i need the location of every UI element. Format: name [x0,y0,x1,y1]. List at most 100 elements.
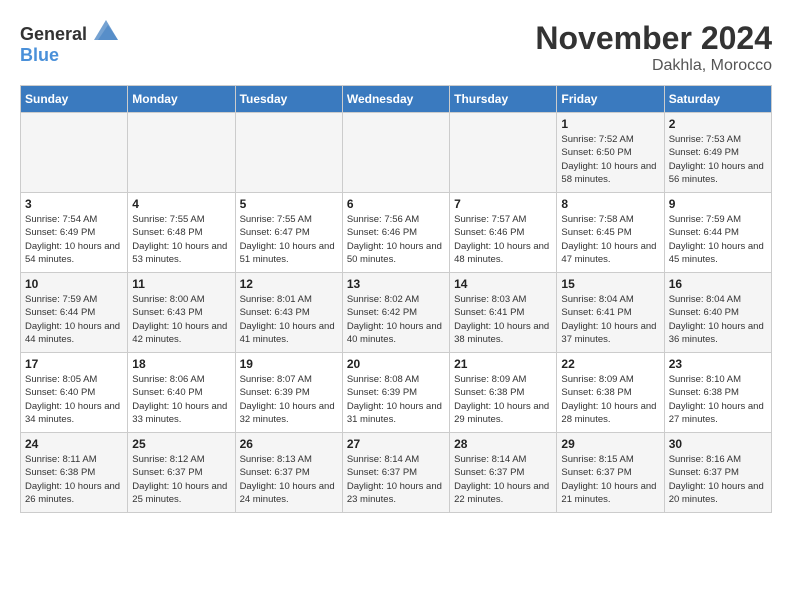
day-number: 13 [347,277,445,291]
calendar-day-cell: 24 Sunrise: 8:11 AM Sunset: 6:38 PM Dayli… [21,433,128,513]
day-number: 20 [347,357,445,371]
calendar-day-cell [235,113,342,193]
day-number: 18 [132,357,230,371]
calendar-day-cell [21,113,128,193]
day-info: Sunrise: 7:55 AM Sunset: 6:47 PM Dayligh… [240,213,338,266]
calendar-day-cell: 29 Sunrise: 8:15 AM Sunset: 6:37 PM Dayli… [557,433,664,513]
day-number: 17 [25,357,123,371]
calendar-day-cell: 19 Sunrise: 8:07 AM Sunset: 6:39 PM Dayli… [235,353,342,433]
month-title: November 2024 [535,20,772,57]
weekday-header: Monday [128,86,235,113]
weekday-header: Sunday [21,86,128,113]
calendar-day-cell: 1 Sunrise: 7:52 AM Sunset: 6:50 PM Daylig… [557,113,664,193]
calendar-week-row: 24 Sunrise: 8:11 AM Sunset: 6:38 PM Dayli… [21,433,772,513]
day-info: Sunrise: 8:16 AM Sunset: 6:37 PM Dayligh… [669,453,767,506]
day-info: Sunrise: 8:11 AM Sunset: 6:38 PM Dayligh… [25,453,123,506]
logo-icon [94,20,118,40]
day-number: 11 [132,277,230,291]
calendar-day-cell: 30 Sunrise: 8:16 AM Sunset: 6:37 PM Dayli… [664,433,771,513]
calendar-day-cell: 23Sunrise: 8:10 AM Sunset: 6:38 PM Dayli… [664,353,771,433]
calendar-day-cell: 25 Sunrise: 8:12 AM Sunset: 6:37 PM Dayli… [128,433,235,513]
calendar-day-cell: 17 Sunrise: 8:05 AM Sunset: 6:40 PM Dayli… [21,353,128,433]
day-number: 4 [132,197,230,211]
day-info: Sunrise: 7:59 AM Sunset: 6:44 PM Dayligh… [25,293,123,346]
day-info: Sunrise: 8:02 AM Sunset: 6:42 PM Dayligh… [347,293,445,346]
day-number: 19 [240,357,338,371]
weekday-header-row: SundayMondayTuesdayWednesdayThursdayFrid… [21,86,772,113]
calendar-body: 1 Sunrise: 7:52 AM Sunset: 6:50 PM Daylig… [21,113,772,513]
calendar-header: SundayMondayTuesdayWednesdayThursdayFrid… [21,86,772,113]
day-info: Sunrise: 8:14 AM Sunset: 6:37 PM Dayligh… [347,453,445,506]
calendar-day-cell: 8 Sunrise: 7:58 AM Sunset: 6:45 PM Daylig… [557,193,664,273]
location-title: Dakhla, Morocco [535,57,772,75]
day-number: 12 [240,277,338,291]
day-number: 27 [347,437,445,451]
calendar-day-cell: 10Sunrise: 7:59 AM Sunset: 6:44 PM Dayli… [21,273,128,353]
calendar-day-cell: 6Sunrise: 7:56 AM Sunset: 6:46 PM Daylig… [342,193,449,273]
day-number: 30 [669,437,767,451]
day-number: 28 [454,437,552,451]
title-block: November 2024 Dakhla, Morocco [535,20,772,75]
calendar-day-cell: 15 Sunrise: 8:04 AM Sunset: 6:41 PM Dayli… [557,273,664,353]
calendar-day-cell: 3 Sunrise: 7:54 AM Sunset: 6:49 PM Daylig… [21,193,128,273]
day-info: Sunrise: 7:53 AM Sunset: 6:49 PM Dayligh… [669,133,767,186]
day-info: Sunrise: 8:04 AM Sunset: 6:40 PM Dayligh… [669,293,767,346]
day-info: Sunrise: 8:12 AM Sunset: 6:37 PM Dayligh… [132,453,230,506]
day-number: 25 [132,437,230,451]
day-number: 9 [669,197,767,211]
day-number: 14 [454,277,552,291]
calendar-day-cell: 18Sunrise: 8:06 AM Sunset: 6:40 PM Dayli… [128,353,235,433]
calendar-table: SundayMondayTuesdayWednesdayThursdayFrid… [20,85,772,513]
calendar-day-cell: 20 Sunrise: 8:08 AM Sunset: 6:39 PM Dayli… [342,353,449,433]
logo-text: General Blue [20,20,118,66]
logo-general: General [20,24,87,44]
day-info: Sunrise: 8:09 AM Sunset: 6:38 PM Dayligh… [454,373,552,426]
day-info: Sunrise: 8:14 AM Sunset: 6:37 PM Dayligh… [454,453,552,506]
day-info: Sunrise: 8:00 AM Sunset: 6:43 PM Dayligh… [132,293,230,346]
day-number: 24 [25,437,123,451]
calendar-day-cell: 2 Sunrise: 7:53 AM Sunset: 6:49 PM Daylig… [664,113,771,193]
day-info: Sunrise: 7:59 AM Sunset: 6:44 PM Dayligh… [669,213,767,266]
day-info: Sunrise: 7:55 AM Sunset: 6:48 PM Dayligh… [132,213,230,266]
day-info: Sunrise: 7:58 AM Sunset: 6:45 PM Dayligh… [561,213,659,266]
day-number: 7 [454,197,552,211]
day-info: Sunrise: 8:10 AM Sunset: 6:38 PM Dayligh… [669,373,767,426]
day-info: Sunrise: 7:52 AM Sunset: 6:50 PM Dayligh… [561,133,659,186]
day-number: 1 [561,117,659,131]
calendar-day-cell: 28 Sunrise: 8:14 AM Sunset: 6:37 PM Dayli… [450,433,557,513]
day-number: 3 [25,197,123,211]
calendar-day-cell: 12 Sunrise: 8:01 AM Sunset: 6:43 PM Dayli… [235,273,342,353]
calendar-day-cell [342,113,449,193]
calendar-day-cell: 16Sunrise: 8:04 AM Sunset: 6:40 PM Dayli… [664,273,771,353]
day-info: Sunrise: 8:15 AM Sunset: 6:37 PM Dayligh… [561,453,659,506]
calendar-day-cell: 7 Sunrise: 7:57 AM Sunset: 6:46 PM Daylig… [450,193,557,273]
day-info: Sunrise: 8:05 AM Sunset: 6:40 PM Dayligh… [25,373,123,426]
calendar-day-cell: 14Sunrise: 8:03 AM Sunset: 6:41 PM Dayli… [450,273,557,353]
day-info: Sunrise: 8:07 AM Sunset: 6:39 PM Dayligh… [240,373,338,426]
day-info: Sunrise: 8:01 AM Sunset: 6:43 PM Dayligh… [240,293,338,346]
weekday-header: Thursday [450,86,557,113]
day-info: Sunrise: 7:54 AM Sunset: 6:49 PM Dayligh… [25,213,123,266]
calendar-day-cell [128,113,235,193]
day-number: 8 [561,197,659,211]
calendar-week-row: 10Sunrise: 7:59 AM Sunset: 6:44 PM Dayli… [21,273,772,353]
calendar-day-cell: 9 Sunrise: 7:59 AM Sunset: 6:44 PM Daylig… [664,193,771,273]
weekday-header: Saturday [664,86,771,113]
day-info: Sunrise: 7:57 AM Sunset: 6:46 PM Dayligh… [454,213,552,266]
weekday-header: Friday [557,86,664,113]
calendar-week-row: 17 Sunrise: 8:05 AM Sunset: 6:40 PM Dayli… [21,353,772,433]
calendar-day-cell: 11 Sunrise: 8:00 AM Sunset: 6:43 PM Dayli… [128,273,235,353]
day-number: 15 [561,277,659,291]
day-info: Sunrise: 8:08 AM Sunset: 6:39 PM Dayligh… [347,373,445,426]
logo-blue: Blue [20,45,59,65]
day-info: Sunrise: 8:04 AM Sunset: 6:41 PM Dayligh… [561,293,659,346]
calendar-week-row: 1 Sunrise: 7:52 AM Sunset: 6:50 PM Daylig… [21,113,772,193]
day-info: Sunrise: 7:56 AM Sunset: 6:46 PM Dayligh… [347,213,445,266]
day-number: 29 [561,437,659,451]
calendar-day-cell: 27 Sunrise: 8:14 AM Sunset: 6:37 PM Dayli… [342,433,449,513]
calendar-week-row: 3 Sunrise: 7:54 AM Sunset: 6:49 PM Daylig… [21,193,772,273]
calendar-day-cell: 26Sunrise: 8:13 AM Sunset: 6:37 PM Dayli… [235,433,342,513]
day-info: Sunrise: 8:09 AM Sunset: 6:38 PM Dayligh… [561,373,659,426]
day-number: 2 [669,117,767,131]
weekday-header: Tuesday [235,86,342,113]
